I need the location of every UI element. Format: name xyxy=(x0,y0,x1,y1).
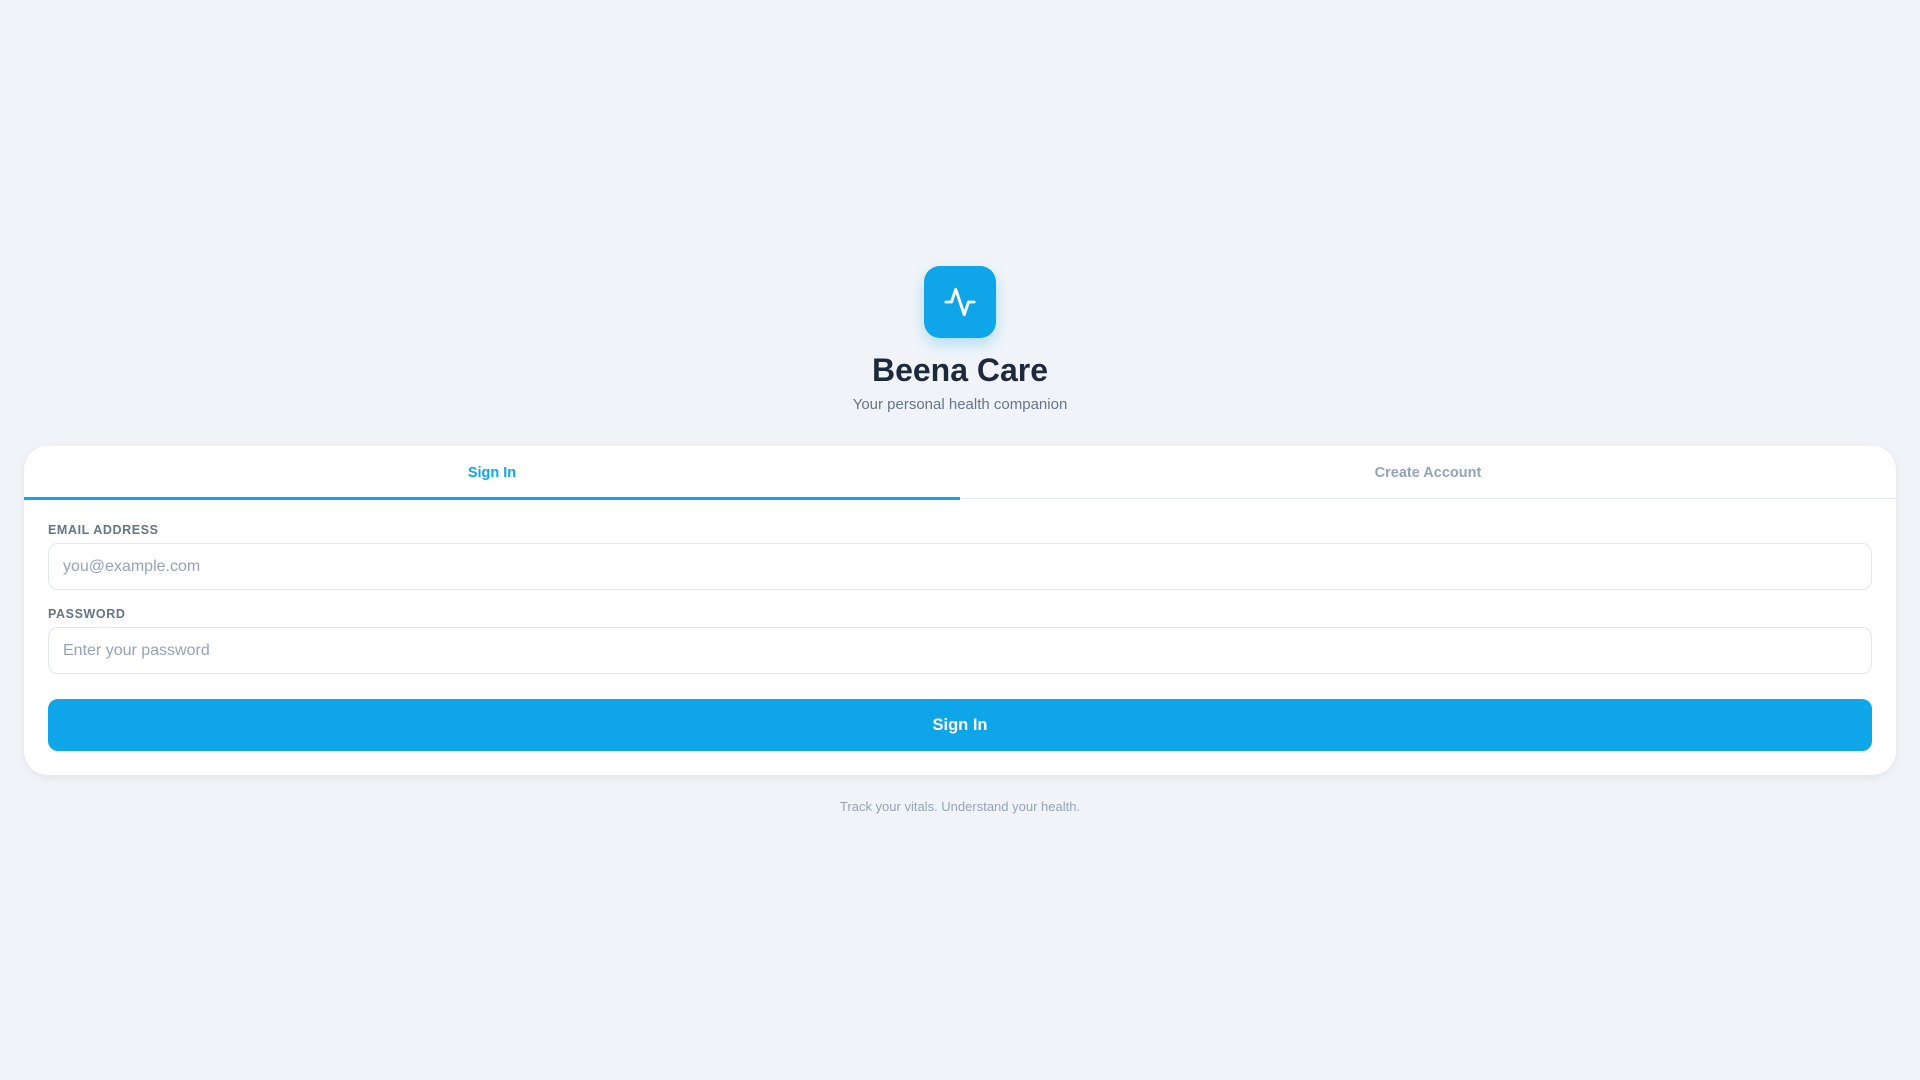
email-label: EMAIL ADDRESS xyxy=(48,523,159,537)
activity-icon xyxy=(944,287,976,317)
app-logo xyxy=(924,266,996,338)
auth-tabs: Sign In Create Account xyxy=(24,446,1896,500)
password-label: PASSWORD xyxy=(48,607,126,621)
email-field[interactable] xyxy=(48,543,1872,590)
login-page: Beena Care Your personal health companio… xyxy=(0,0,1920,1080)
footer-tagline: Track your vitals. Understand your healt… xyxy=(839,799,1081,814)
password-field[interactable] xyxy=(48,627,1872,674)
app-title: Beena Care xyxy=(871,352,1049,388)
auth-card: Sign In Create Account EMAIL ADDRESS PAS… xyxy=(24,446,1896,775)
sign-in-button[interactable]: Sign In xyxy=(48,699,1872,751)
tab-create-account[interactable]: Create Account xyxy=(960,446,1896,499)
tab-sign-in[interactable]: Sign In xyxy=(24,446,960,500)
app-subtitle: Your personal health companion xyxy=(852,396,1068,413)
